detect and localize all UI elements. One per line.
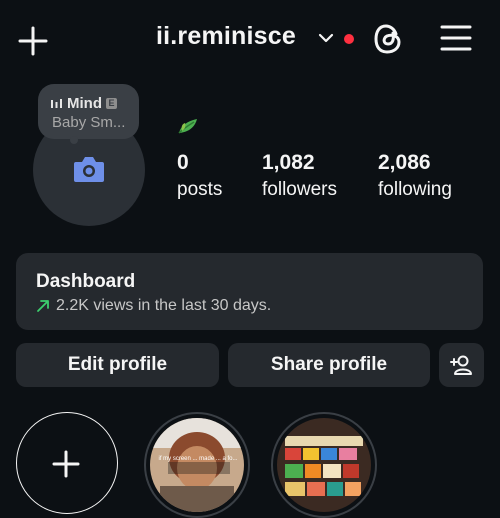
stat-following[interactable]: 2,086 following <box>378 151 452 201</box>
dashboard-subtitle-row: 2.2K views in the last 30 days. <box>36 297 271 315</box>
threads-icon[interactable] <box>372 22 404 56</box>
dashboard-subtitle: 2.2K views in the last 30 days. <box>56 297 272 314</box>
note-music-title: Mind <box>67 95 102 112</box>
stat-posts[interactable]: 0 posts <box>177 151 222 201</box>
stat-followers-value: 1,082 <box>262 151 315 174</box>
note-artist: Baby Sm... <box>52 114 126 131</box>
share-profile-button[interactable]: Share profile <box>228 343 430 387</box>
highlight-thumbnail <box>150 418 244 512</box>
highlight-item[interactable] <box>144 412 250 518</box>
music-bars-icon <box>50 98 63 110</box>
stat-followers-label: followers <box>262 179 337 200</box>
menu-icon[interactable] <box>440 24 472 52</box>
add-person-icon <box>449 354 475 376</box>
note-bubble-tail <box>70 136 78 144</box>
add-person-button[interactable] <box>439 343 484 387</box>
note-music-row: Mind E <box>50 95 117 112</box>
leaf-emoji-icon <box>176 115 200 137</box>
explicit-badge: E <box>106 98 117 109</box>
highlight-thumbnail <box>277 418 371 512</box>
edit-profile-button[interactable]: Edit profile <box>16 343 219 387</box>
stat-following-value: 2,086 <box>378 151 431 174</box>
stat-posts-label: posts <box>177 179 223 200</box>
notification-dot <box>344 34 354 44</box>
highlight-item[interactable] <box>271 412 377 518</box>
camera-icon[interactable] <box>72 154 106 184</box>
highlight-caption: if my screen ... made ... a fo... <box>158 456 238 462</box>
plus-icon <box>51 449 81 479</box>
stat-followers[interactable]: 1,082 followers <box>262 151 337 201</box>
stat-following-label: following <box>378 179 452 200</box>
stat-posts-value: 0 <box>177 151 189 174</box>
trend-up-icon <box>36 299 50 313</box>
profile-username[interactable]: ii.reminisce <box>156 22 296 51</box>
dashboard-title: Dashboard <box>36 271 136 292</box>
chevron-down-icon[interactable] <box>318 32 334 44</box>
create-plus-icon[interactable] <box>18 26 48 56</box>
